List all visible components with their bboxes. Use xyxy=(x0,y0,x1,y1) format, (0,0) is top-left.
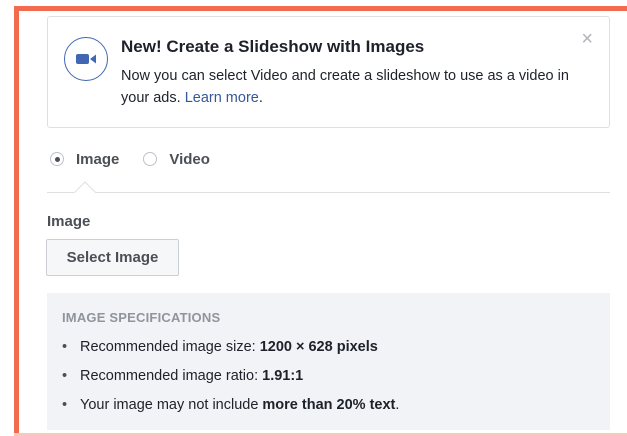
format-radio-group: Image Video xyxy=(50,148,234,170)
notice-link-suffix: . xyxy=(258,90,263,106)
notice-title: New! Create a Slideshow with Images xyxy=(121,37,425,56)
specs-heading: IMAGE SPECIFICATIONS xyxy=(62,310,221,325)
radio-label-video: Video xyxy=(169,150,210,168)
select-image-button[interactable]: Select Image xyxy=(46,239,179,276)
spec-item-ratio: • Recommended image ratio: 1.91:1 xyxy=(62,366,399,395)
spec-item-size: • Recommended image size: 1200 × 628 pix… xyxy=(62,337,399,366)
slideshow-notice: New! Create a Slideshow with Images Now … xyxy=(47,16,610,128)
video-camera-icon xyxy=(64,37,108,81)
image-specifications-panel: IMAGE SPECIFICATIONS • Recommended image… xyxy=(47,293,610,430)
radio-option-image[interactable]: Image xyxy=(50,151,119,168)
spec-text: Recommended image size: xyxy=(80,339,256,355)
spec-text: Your image may not include xyxy=(80,397,259,413)
radio-selected-dot xyxy=(54,156,60,162)
spec-item-text-limit: • Your image may not include more than 2… xyxy=(62,395,399,424)
spec-text: Recommended image ratio: xyxy=(80,368,259,384)
spec-value: 1.91:1 xyxy=(262,368,304,384)
spec-value: 1200 × 628 pixels xyxy=(259,339,378,355)
image-section-label: Image xyxy=(47,213,91,230)
radio-option-video[interactable]: Video xyxy=(143,151,210,168)
spec-value: more than 20% text xyxy=(262,397,396,413)
learn-more-link[interactable]: Learn more xyxy=(185,90,259,106)
close-icon[interactable]: × xyxy=(581,29,593,49)
section-divider xyxy=(47,192,610,193)
radio-image[interactable] xyxy=(50,152,64,166)
specs-list: • Recommended image size: 1200 × 628 pix… xyxy=(62,337,399,424)
spec-tail: . xyxy=(395,397,400,413)
radio-video[interactable] xyxy=(143,152,158,166)
notice-body: Now you can select Video and create a sl… xyxy=(121,65,581,109)
radio-label-image: Image xyxy=(76,150,120,168)
selected-indicator-caret xyxy=(72,180,98,193)
